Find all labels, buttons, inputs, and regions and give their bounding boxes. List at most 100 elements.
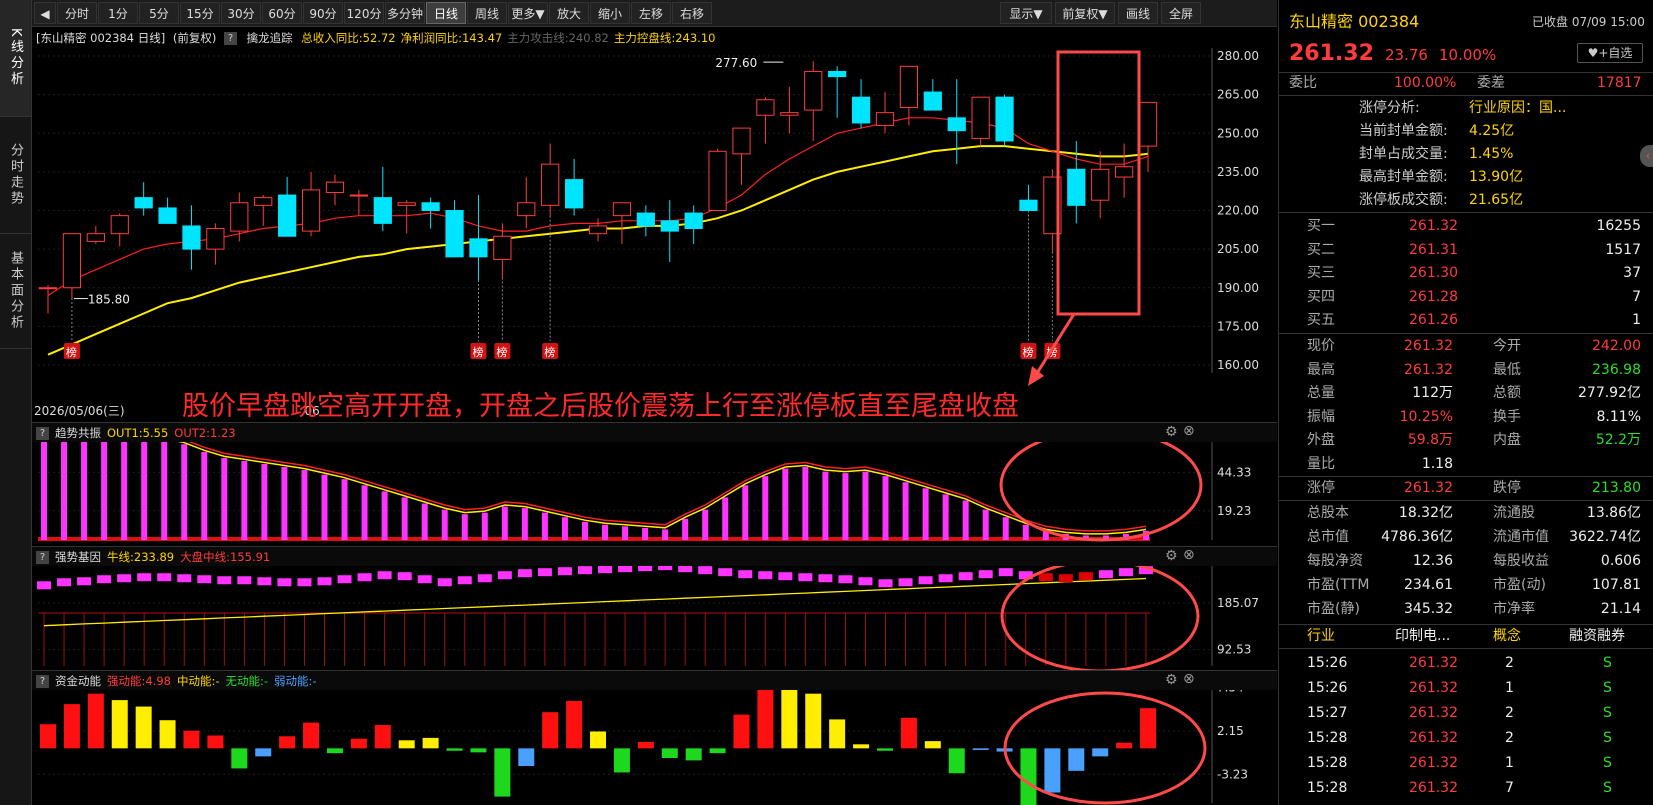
side-tab-fundamentals[interactable]: 基本面分析 [0, 234, 31, 349]
toolbar-button-m1[interactable]: 1分 [98, 2, 138, 24]
collapse-arrow-icon[interactable]: ‹ [1640, 145, 1653, 167]
gene-box [177, 574, 192, 583]
webi-label: 委比 [1289, 75, 1317, 91]
candle-body [756, 99, 775, 116]
stat-value: 112万 [1412, 385, 1453, 401]
gene-box [157, 573, 172, 582]
gene-box [477, 574, 492, 583]
toolbar-button-multi[interactable]: 多分钟 [385, 2, 425, 24]
close-icon[interactable]: ⊗ [1183, 423, 1195, 439]
tick-time: 15:27 [1307, 705, 1348, 721]
limit-analysis-label: 当前封单金额: [1359, 123, 1448, 139]
finance-label: 市盈(静) [1307, 601, 1360, 617]
candle-body [588, 225, 608, 235]
money-indicator-header: ? 资金动能 强动能:4.98 中动能:- 无动能:- 弱动能:- [32, 670, 1277, 690]
side-tab-kline[interactable]: K线分析 [0, 0, 31, 117]
limit-analysis-value: 13.90亿 [1469, 169, 1524, 185]
toolbar-button-m90[interactable]: 90分 [303, 2, 343, 24]
settings-gear-icon[interactable]: ⚙ [1165, 424, 1178, 440]
toolbar-button-adjust[interactable]: 前复权▼ [1055, 2, 1115, 24]
candle-body [875, 112, 895, 127]
candle-body [947, 117, 966, 132]
money-bar [279, 736, 296, 749]
help-icon[interactable]: ? [36, 427, 49, 440]
y-tick-label: 92.53 [1217, 643, 1251, 657]
candle-body [110, 215, 129, 235]
y-tick-label: 280.00 [1217, 49, 1259, 63]
y-tick-label: 250.00 [1217, 126, 1259, 140]
candle-body [182, 225, 201, 250]
weicha-value: 17817 [1597, 75, 1642, 91]
limit-label: 跌停 [1493, 480, 1521, 496]
trend-bar [622, 526, 629, 540]
toolbar-button-more[interactable]: 更多▼ [508, 2, 548, 24]
gene-box [97, 575, 112, 584]
help-icon[interactable]: ? [36, 551, 49, 564]
money-bar [159, 720, 176, 749]
help-icon[interactable]: ? [223, 32, 237, 45]
marker-label: 榜 [472, 345, 483, 359]
toolbar-button-draw[interactable]: 画线 [1118, 2, 1158, 24]
price-change: 23.76 [1385, 46, 1428, 64]
y-tick-label: 190.00 [1217, 281, 1259, 295]
candle-body [804, 70, 823, 111]
trend-bar [121, 435, 128, 540]
money-bar [446, 748, 463, 751]
settings-gear-icon[interactable]: ⚙ [1165, 548, 1178, 564]
limit-value: 213.80 [1592, 480, 1641, 496]
gene-indicator-header: ? 强势基因 牛线:233.89 大盘中线:155.91 [32, 546, 1277, 566]
candle-body [158, 207, 177, 224]
gene-box [397, 572, 412, 581]
tick-price: 261.32 [1409, 680, 1458, 696]
toolbar-button-display[interactable]: 显示▼ [1000, 2, 1052, 24]
indicator-value: 主力控盘线:243.10 [613, 31, 716, 45]
indicator-values: 总收入同比:52.72 净利润同比:143.47 主力攻击线:240.82 主力控盘线… [296, 31, 715, 45]
trend-bar [261, 464, 268, 540]
money-bar [303, 722, 320, 749]
gene-box [1038, 573, 1053, 582]
toolbar-button-zoomout[interactable]: 缩小 [590, 2, 630, 24]
candle-body [325, 181, 345, 193]
tick-time: 15:26 [1307, 655, 1348, 671]
tick-volume: 2 [1505, 655, 1514, 671]
toolbar-button-week[interactable]: 周线 [467, 2, 507, 24]
bid-volume: 1517 [1605, 241, 1641, 258]
toolbar-button-min1[interactable]: 分时 [57, 2, 97, 24]
indicator-value: 主力攻击线:240.82 [507, 31, 609, 45]
close-icon[interactable]: ⊗ [1183, 547, 1195, 563]
money-bar [757, 689, 774, 749]
toolbar-button-full[interactable]: 全屏 [1161, 2, 1201, 24]
toolbar-button-m30[interactable]: 30分 [221, 2, 261, 24]
limit-analysis-value: 4.25亿 [1469, 123, 1515, 139]
trend-bar [181, 444, 188, 540]
gene-box [1098, 570, 1113, 579]
trend-bar [682, 518, 689, 540]
toolbar-button-right[interactable]: 右移 [672, 2, 712, 24]
category-tag[interactable]: 概念 [1493, 625, 1521, 648]
category-tag[interactable]: 印制电... [1395, 625, 1450, 648]
category-tag[interactable]: 行业 [1307, 625, 1335, 648]
trend-bar [341, 479, 348, 540]
settings-gear-icon[interactable]: ⚙ [1165, 672, 1178, 688]
trend-bar [602, 524, 609, 540]
toolbar-button-back[interactable]: ◀ [34, 2, 56, 24]
marker-label: 榜 [496, 345, 507, 359]
toolbar-button-day[interactable]: 日线 [426, 2, 466, 24]
toolbar-button-m120[interactable]: 120分 [344, 2, 384, 24]
bid-price: 261.26 [1409, 312, 1458, 328]
candle-body [541, 163, 560, 206]
help-icon[interactable]: ? [36, 675, 49, 688]
add-favorite-button[interactable]: ♥+自选 [1577, 43, 1643, 63]
candle-body [349, 194, 368, 197]
toolbar-button-zoomin[interactable]: 放大 [549, 2, 589, 24]
toolbar-button-m15[interactable]: 15分 [180, 2, 220, 24]
limit-analysis-value: 1.45% [1469, 146, 1514, 162]
category-tag[interactable]: 融资融券 [1569, 625, 1625, 648]
side-tab-timeshare[interactable]: 分时走势 [0, 117, 31, 234]
toolbar-button-m60[interactable]: 60分 [262, 2, 302, 24]
close-icon[interactable]: ⊗ [1183, 671, 1195, 687]
gene-box [938, 574, 953, 583]
legend-item: 强动能:4.98 [107, 674, 171, 688]
toolbar-button-m5[interactable]: 5分 [139, 2, 179, 24]
toolbar-button-left[interactable]: 左移 [631, 2, 671, 24]
